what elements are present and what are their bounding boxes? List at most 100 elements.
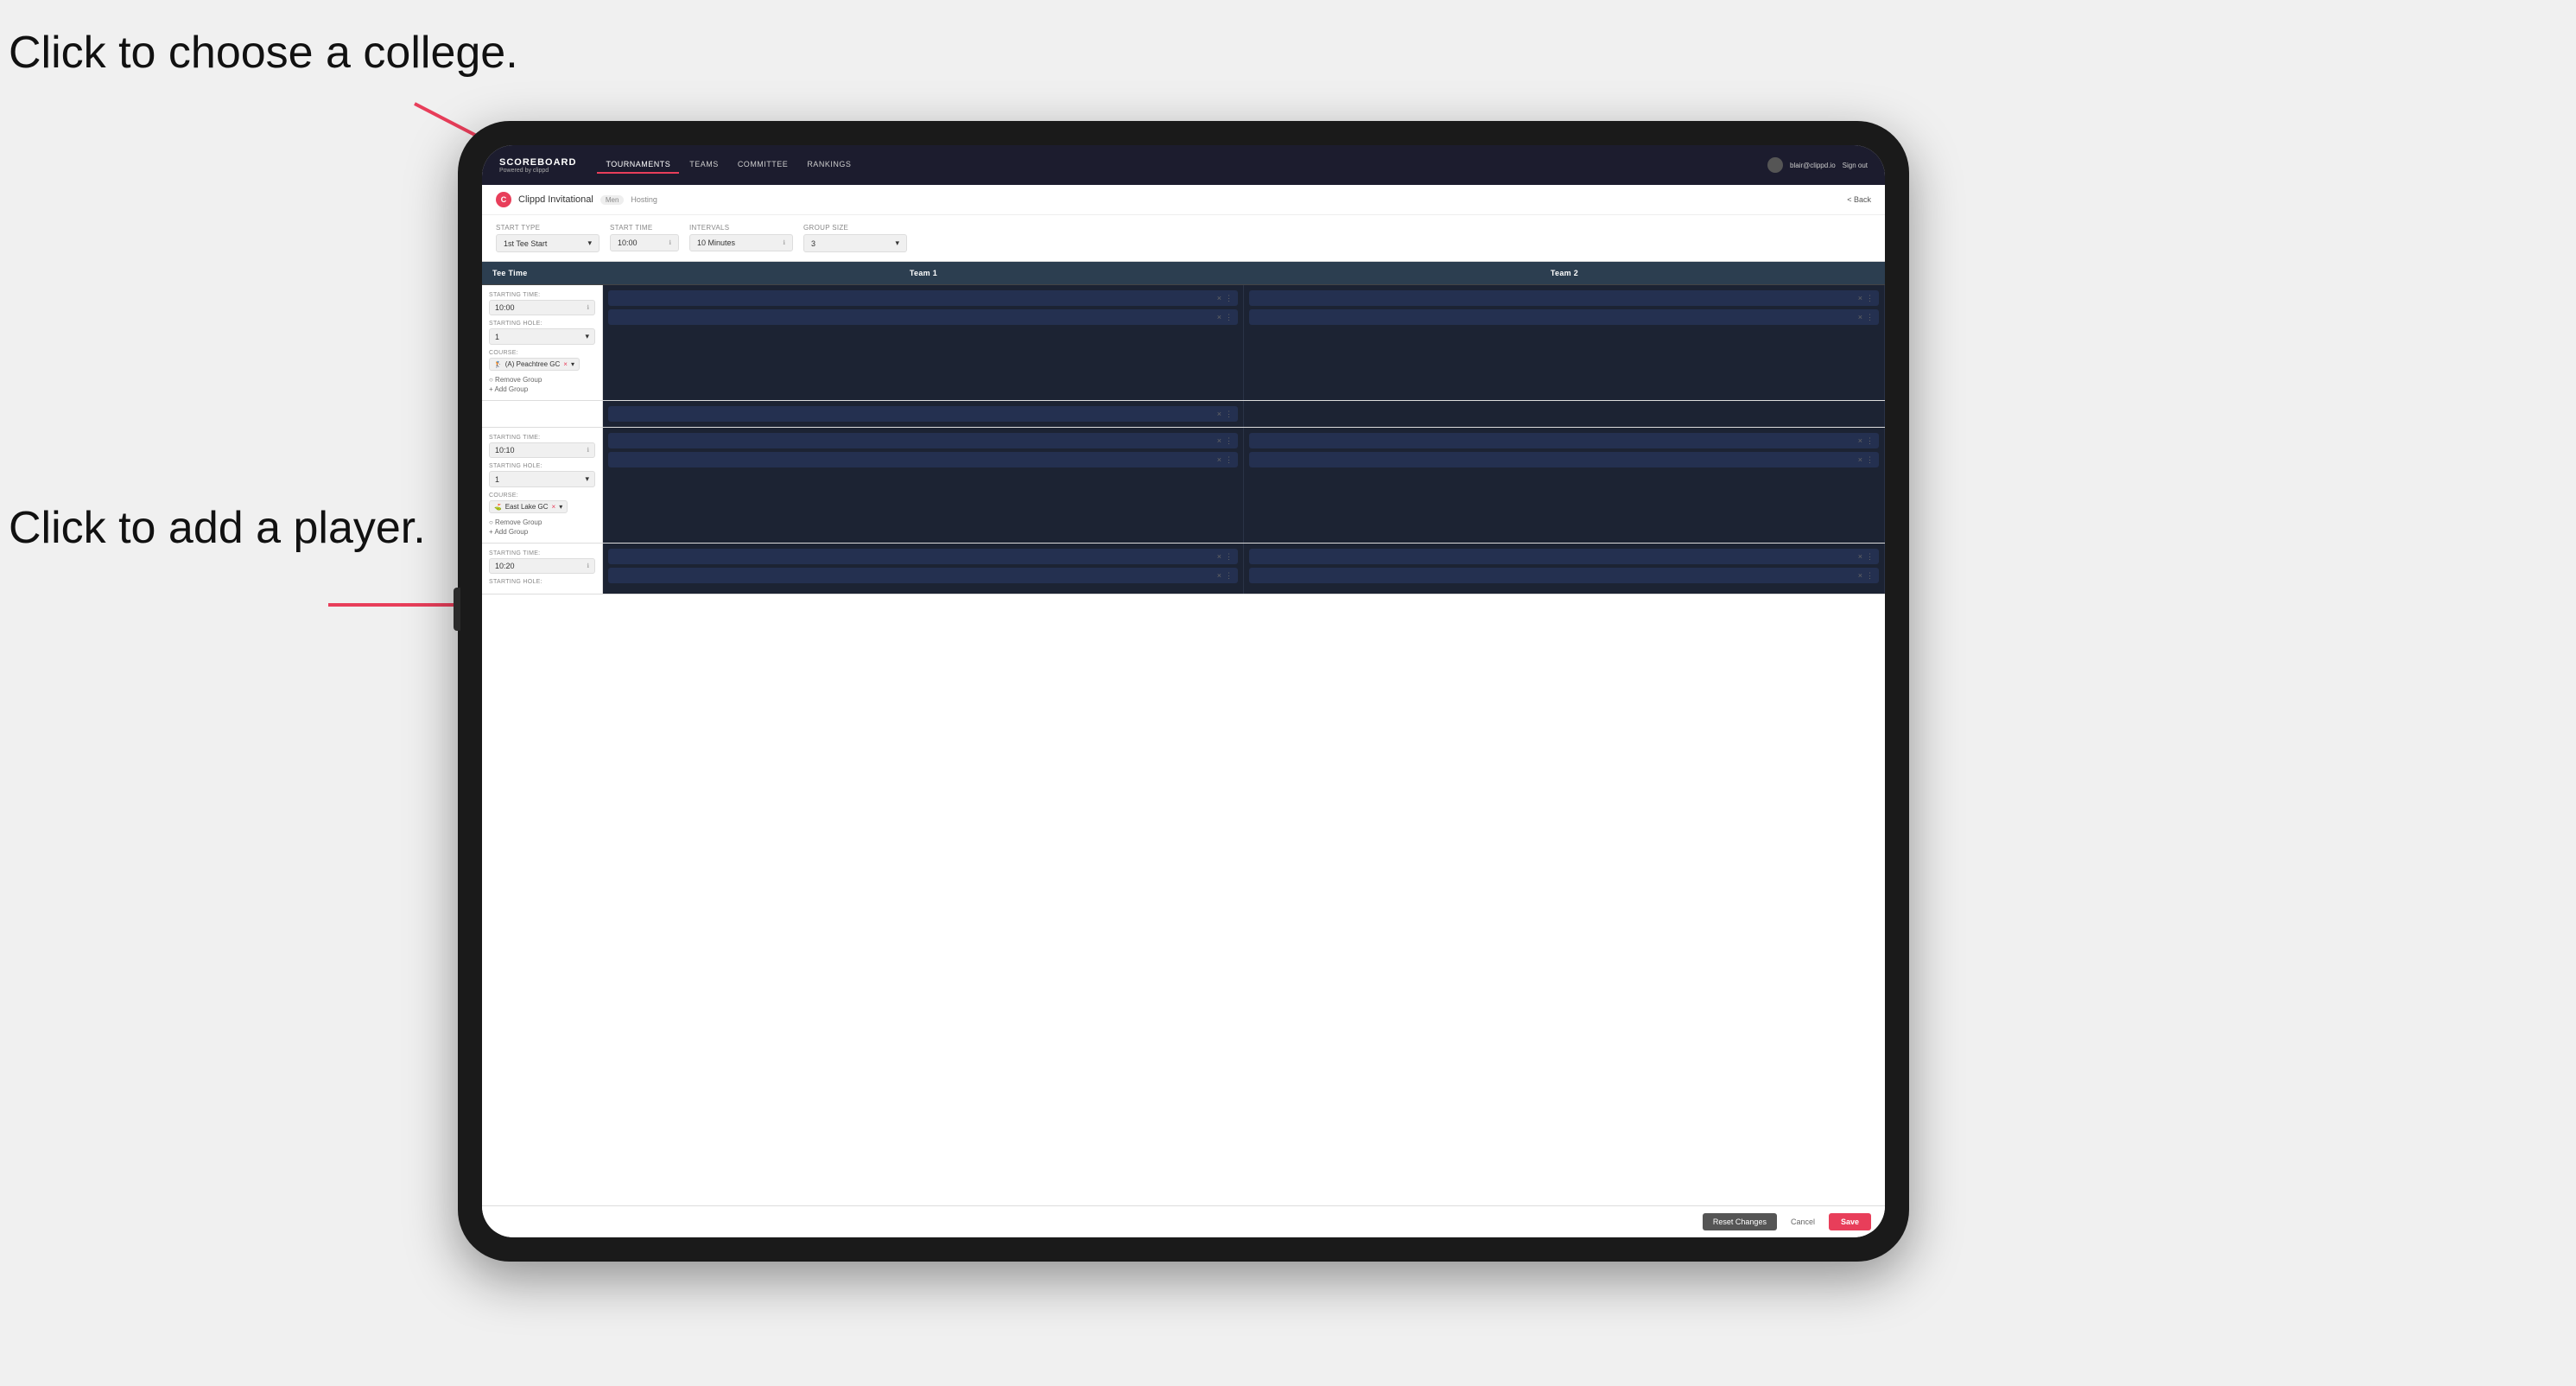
start-time-input[interactable]: 10:00 ℹ xyxy=(610,234,679,251)
tablet-frame: SCOREBOARD Powered by clippd TOURNAMENTS… xyxy=(458,121,1909,1262)
course-slot-1-1[interactable]: × ⋮ xyxy=(608,406,1238,422)
th-team2: Team 2 xyxy=(1244,262,1885,284)
starting-time-input-1[interactable]: 10:00 ℹ xyxy=(489,300,595,315)
user-email: blair@clippd.io xyxy=(1790,162,1836,169)
intervals-select[interactable]: 10 Minutes ℹ xyxy=(689,234,793,251)
group-1-course-row: × ⋮ xyxy=(482,401,1885,428)
group-1-controls: STARTING TIME: 10:00 ℹ STARTING HOLE: 1 … xyxy=(482,285,603,400)
group-3-controls: STARTING TIME: 10:20 ℹ STARTING HOLE: xyxy=(482,544,603,594)
starting-hole-input-1[interactable]: 1 ▾ xyxy=(489,328,595,345)
starting-hole-label-1: STARTING HOLE: xyxy=(489,321,595,327)
player-slot-3-1[interactable]: × ⋮ xyxy=(608,549,1238,564)
group-3-team2-cell: × ⋮ × ⋮ xyxy=(1244,544,1885,594)
group-1-team2-course xyxy=(1244,401,1885,427)
logo-text: SCOREBOARD xyxy=(499,157,576,168)
player-slot-3-4[interactable]: × ⋮ xyxy=(1249,568,1879,583)
close-icon[interactable]: × xyxy=(1858,313,1862,321)
close-icon[interactable]: × xyxy=(1217,294,1221,302)
course-label-1: COURSE: xyxy=(489,350,595,356)
nav-links: TOURNAMENTS TEAMS COMMITTEE RANKINGS xyxy=(597,156,1767,174)
reset-changes-button[interactable]: Reset Changes xyxy=(1703,1213,1777,1230)
expand-icon[interactable]: ⋮ xyxy=(1866,313,1874,322)
th-team1: Team 1 xyxy=(603,262,1244,284)
starting-hole-label-2: STARTING HOLE: xyxy=(489,463,595,469)
group-2-team2-cell: × ⋮ × ⋮ xyxy=(1244,428,1885,543)
close-icon[interactable]: × xyxy=(1217,313,1221,321)
starting-hole-label-3: STARTING HOLE: xyxy=(489,579,595,585)
starting-hole-input-2[interactable]: 1 ▾ xyxy=(489,471,595,487)
group-size-label: Group Size xyxy=(803,224,907,232)
table-header: Tee Time Team 1 Team 2 xyxy=(482,262,1885,285)
th-tee-time: Tee Time xyxy=(482,262,603,284)
player-slot-1-1[interactable]: × ⋮ xyxy=(608,290,1238,306)
starting-time-label-3: STARTING TIME: xyxy=(489,550,595,556)
course-tag-2[interactable]: ⛳ East Lake GC × ▾ xyxy=(489,500,568,513)
tablet-side-button[interactable] xyxy=(454,588,460,631)
logo-sub: Powered by clippd xyxy=(499,168,576,174)
course-tag-1[interactable]: 🏌 (A) Peachtree GC × ▾ xyxy=(489,358,580,371)
player-slot-2-4[interactable]: × ⋮ xyxy=(1249,452,1879,467)
breadcrumb-bar: C Clippd Invitational Men Hosting < Back xyxy=(482,185,1885,215)
starting-time-label-2: STARTING TIME: xyxy=(489,435,595,441)
player-slot-1-4[interactable]: × ⋮ xyxy=(1249,309,1879,325)
intervals-label: Intervals xyxy=(689,224,793,232)
course-label-2: COURSE: xyxy=(489,493,595,499)
player-slot-2-3[interactable]: × ⋮ xyxy=(1249,433,1879,448)
start-time-group: Start Time 10:00 ℹ xyxy=(610,224,679,252)
footer-actions: Reset Changes Cancel Save xyxy=(482,1205,1885,1237)
group-size-select[interactable]: 3 ▾ xyxy=(803,234,907,252)
expand-icon[interactable]: ⋮ xyxy=(1866,294,1874,303)
tournament-title: Clippd Invitational xyxy=(518,194,593,205)
player-slot-1-3[interactable]: × ⋮ xyxy=(1249,290,1879,306)
sign-out-link[interactable]: Sign out xyxy=(1843,162,1868,169)
settings-form-row: Start Type 1st Tee Start ▾ Start Time 10… xyxy=(482,215,1885,262)
starting-time-input-3[interactable]: 10:20 ℹ xyxy=(489,558,595,574)
nav-teams[interactable]: TEAMS xyxy=(681,156,727,174)
player-slot-3-3[interactable]: × ⋮ xyxy=(1249,549,1879,564)
player-slot-2-1[interactable]: × ⋮ xyxy=(608,433,1238,448)
start-type-label: Start Type xyxy=(496,224,600,232)
player-slot-1-2[interactable]: × ⋮ xyxy=(608,309,1238,325)
group-1-extra-controls xyxy=(482,401,603,427)
main-table: Tee Time Team 1 Team 2 STARTING TIME: 10… xyxy=(482,262,1885,1205)
tablet-screen: SCOREBOARD Powered by clippd TOURNAMENTS… xyxy=(482,145,1885,1237)
clippd-logo-icon: C xyxy=(496,192,511,207)
group-1-team1-cell: × ⋮ × ⋮ xyxy=(603,285,1244,400)
remove-group-1-btn[interactable]: ○ Remove Group xyxy=(489,376,595,384)
expand-icon[interactable]: ⋮ xyxy=(1225,294,1233,303)
add-group-1-btn[interactable]: + Add Group xyxy=(489,385,595,393)
nav-rankings[interactable]: RANKINGS xyxy=(798,156,860,174)
hosting-label: Hosting xyxy=(631,195,657,204)
group-1-team1-course: × ⋮ xyxy=(603,401,1244,427)
group-2-team1-cell: × ⋮ × ⋮ xyxy=(603,428,1244,543)
close-icon[interactable]: × xyxy=(1858,294,1862,302)
start-type-group: Start Type 1st Tee Start ▾ xyxy=(496,224,600,252)
add-group-2-btn[interactable]: + Add Group xyxy=(489,528,595,536)
cancel-button[interactable]: Cancel xyxy=(1784,1213,1822,1230)
group-row-3: STARTING TIME: 10:20 ℹ STARTING HOLE: × … xyxy=(482,544,1885,594)
annotation-add-player: Click to add a player. xyxy=(9,501,426,555)
back-button[interactable]: < Back xyxy=(1847,195,1871,204)
nav-right: blair@clippd.io Sign out xyxy=(1767,157,1868,173)
nav-tournaments[interactable]: TOURNAMENTS xyxy=(597,156,679,174)
remove-group-2-btn[interactable]: ○ Remove Group xyxy=(489,518,595,526)
top-nav: SCOREBOARD Powered by clippd TOURNAMENTS… xyxy=(482,145,1885,185)
player-slot-3-2[interactable]: × ⋮ xyxy=(608,568,1238,583)
group-2-actions: ○ Remove Group + Add Group xyxy=(489,518,595,536)
nav-committee[interactable]: COMMITTEE xyxy=(729,156,797,174)
start-time-label: Start Time xyxy=(610,224,679,232)
player-slot-2-2[interactable]: × ⋮ xyxy=(608,452,1238,467)
starting-time-input-2[interactable]: 10:10 ℹ xyxy=(489,442,595,458)
group-2-controls: STARTING TIME: 10:10 ℹ STARTING HOLE: 1 … xyxy=(482,428,603,543)
group-row-2: STARTING TIME: 10:10 ℹ STARTING HOLE: 1 … xyxy=(482,428,1885,544)
logo-area: SCOREBOARD Powered by clippd xyxy=(499,157,576,174)
gender-badge: Men xyxy=(600,195,625,205)
group-1-actions: ○ Remove Group + Add Group xyxy=(489,376,595,393)
save-button[interactable]: Save xyxy=(1829,1213,1871,1230)
start-type-select[interactable]: 1st Tee Start ▾ xyxy=(496,234,600,252)
group-1-team2-cell: × ⋮ × ⋮ xyxy=(1244,285,1885,400)
intervals-group: Intervals 10 Minutes ℹ xyxy=(689,224,793,252)
expand-icon[interactable]: ⋮ xyxy=(1225,313,1233,322)
annotation-choose-college: Click to choose a college. xyxy=(9,26,518,79)
group-size-group: Group Size 3 ▾ xyxy=(803,224,907,252)
